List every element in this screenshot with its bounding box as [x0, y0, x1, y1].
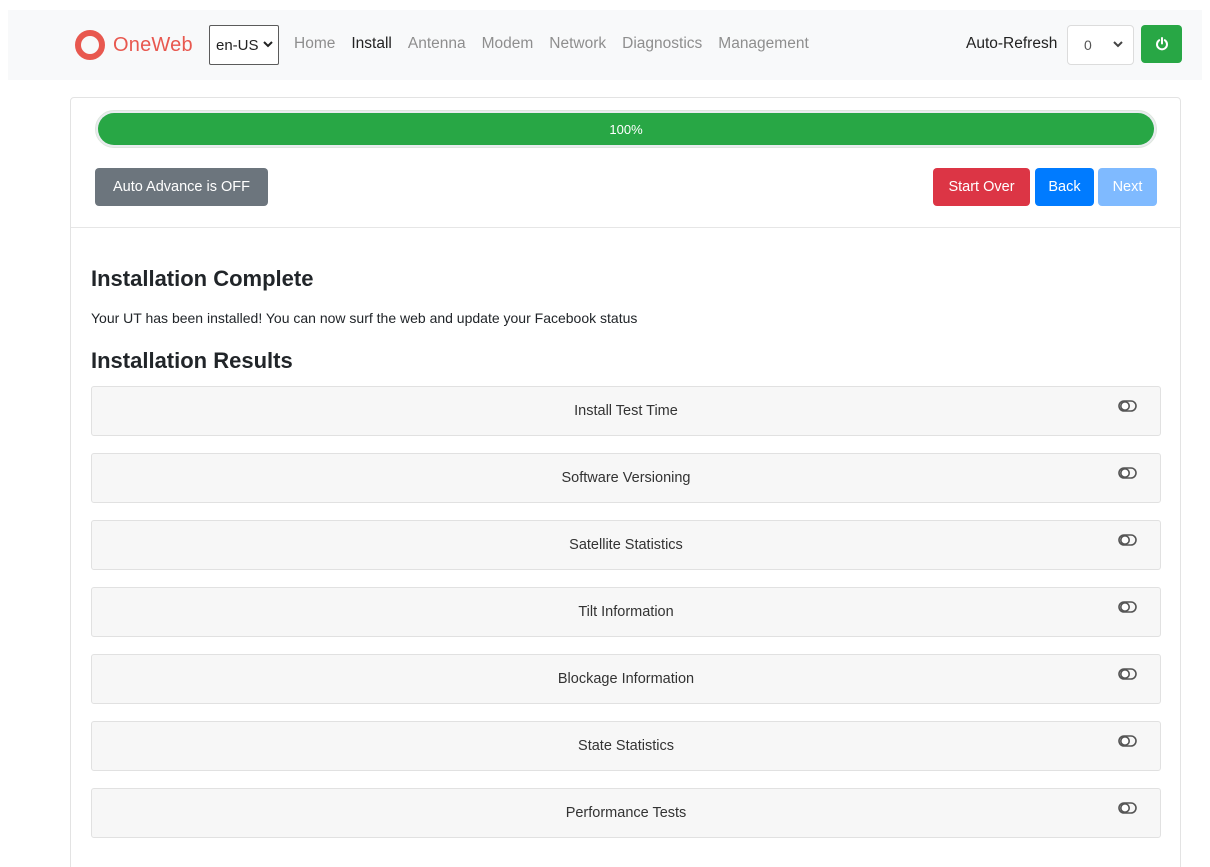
auto-advance-button[interactable]: Auto Advance is OFF — [95, 168, 268, 206]
result-tilt-information[interactable]: Tilt Information — [91, 587, 1161, 637]
toggle-icon — [1118, 601, 1137, 613]
nav-management[interactable]: Management — [710, 35, 816, 53]
nav-home[interactable]: Home — [286, 35, 343, 53]
result-label: Software Versioning — [561, 470, 691, 486]
result-blockage-information[interactable]: Blockage Information — [91, 654, 1161, 704]
auto-refresh-value: 0 — [1084, 37, 1092, 53]
result-label: Install Test Time — [574, 403, 678, 419]
result-satellite-statistics[interactable]: Satellite Statistics — [91, 520, 1161, 570]
nav-install[interactable]: Install — [343, 35, 400, 53]
result-label: Performance Tests — [565, 805, 687, 821]
results-title: Installation Results — [91, 348, 293, 373]
chevron-down-icon — [1113, 39, 1123, 51]
chevron-down-icon — [262, 39, 273, 51]
toggle-icon — [1118, 802, 1137, 814]
navbar: OneWeb en-US Home Install Antenna Modem … — [8, 10, 1202, 80]
result-performance-tests[interactable]: Performance Tests — [91, 788, 1161, 838]
next-button[interactable]: Next — [1098, 168, 1157, 206]
install-card: 100% Auto Advance is OFF Start Over Back… — [70, 97, 1181, 867]
auto-refresh-label: Auto-Refresh — [966, 35, 1058, 52]
progress-bar: 100% — [95, 110, 1157, 148]
result-install-test-time[interactable]: Install Test Time — [91, 386, 1161, 436]
toggle-icon — [1118, 400, 1137, 412]
result-label: State Statistics — [578, 738, 674, 754]
power-icon — [1155, 37, 1168, 51]
toggle-icon — [1118, 668, 1137, 680]
toggle-icon — [1118, 735, 1137, 747]
brand-logo[interactable]: OneWeb — [75, 28, 193, 62]
result-label: Tilt Information — [578, 604, 674, 620]
result-label: Blockage Information — [557, 671, 695, 687]
back-button[interactable]: Back — [1035, 168, 1094, 206]
oneweb-logo-icon — [75, 30, 105, 60]
nav-links: Home Install Antenna Modem Network Diagn… — [286, 35, 817, 53]
card-header: 100% Auto Advance is OFF Start Over Back… — [71, 98, 1180, 228]
complete-message: Your UT has been installed! You can now … — [91, 310, 638, 326]
power-button[interactable] — [1141, 25, 1182, 63]
toggle-icon — [1118, 534, 1137, 546]
nav-network[interactable]: Network — [541, 35, 614, 53]
brand-name: OneWeb — [113, 33, 193, 56]
nav-antenna[interactable]: Antenna — [400, 35, 474, 53]
progress-fill: 100% — [98, 113, 1154, 145]
auto-refresh-select[interactable]: 0 — [1067, 25, 1134, 65]
result-software-versioning[interactable]: Software Versioning — [91, 453, 1161, 503]
page-title: Installation Complete — [91, 266, 314, 291]
nav-modem[interactable]: Modem — [474, 35, 542, 53]
nav-diagnostics[interactable]: Diagnostics — [614, 35, 710, 53]
language-select[interactable]: en-US — [209, 25, 279, 65]
result-label: Satellite Statistics — [569, 537, 683, 553]
language-value: en-US — [216, 36, 259, 54]
result-state-statistics[interactable]: State Statistics — [91, 721, 1161, 771]
start-over-button[interactable]: Start Over — [933, 168, 1030, 206]
toggle-icon — [1118, 467, 1137, 479]
